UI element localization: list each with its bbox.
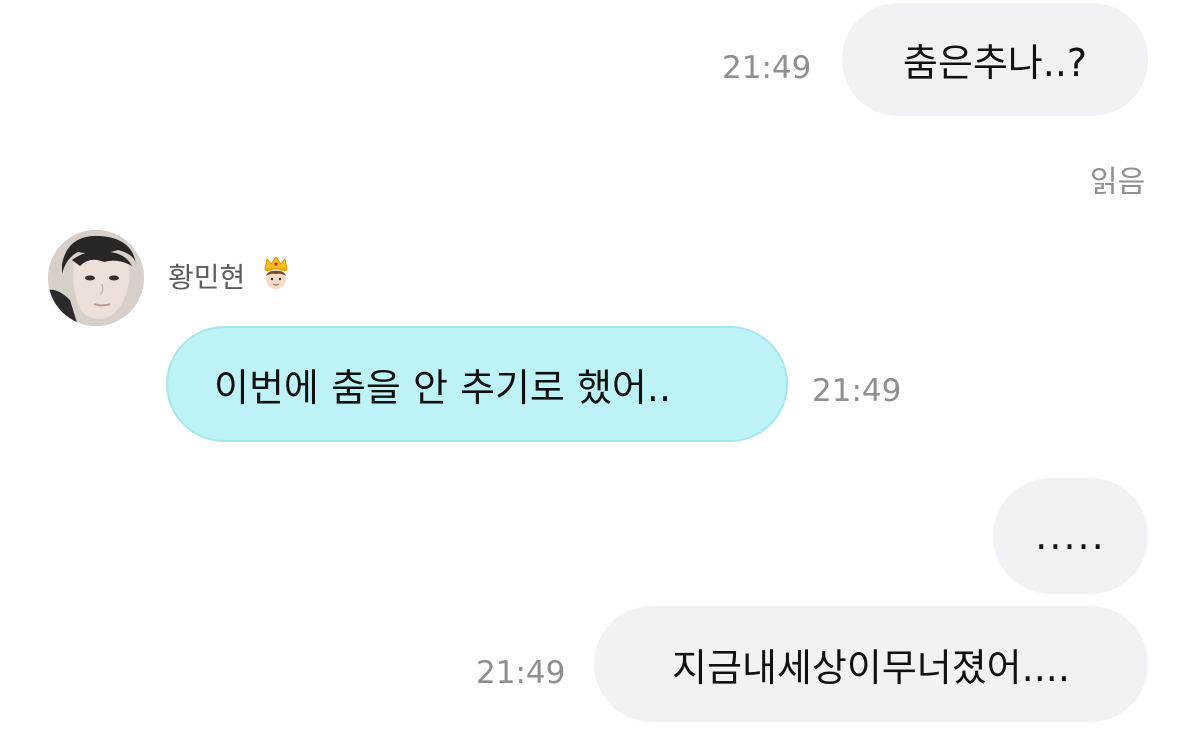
- message-timestamp: 21:49: [722, 50, 812, 86]
- outgoing-message-bubble[interactable]: .....: [993, 478, 1148, 594]
- read-receipt: 읽음: [1090, 165, 1146, 200]
- message-text: 춤은추나..?: [902, 41, 1088, 85]
- message-text: 지금내세상이무너졌어....: [672, 645, 1070, 690]
- avatar-photo: [48, 230, 144, 326]
- message-timestamp: 21:49: [812, 373, 902, 409]
- message-text: 이번에 춤을 안 추기로 했어..: [214, 365, 672, 410]
- message-text: .....: [1035, 514, 1106, 558]
- incoming-message-bubble[interactable]: 이번에 춤을 안 추기로 했어..: [166, 326, 788, 442]
- outgoing-message-bubble[interactable]: 지금내세상이무너졌어....: [594, 606, 1148, 722]
- outgoing-message-bubble[interactable]: 춤은추나..?: [842, 3, 1148, 116]
- sender-name: 황민현: [168, 261, 246, 294]
- message-timestamp: 21:49: [476, 655, 566, 691]
- crown-person-emoji-icon: [260, 256, 292, 290]
- sender-avatar[interactable]: [48, 230, 144, 326]
